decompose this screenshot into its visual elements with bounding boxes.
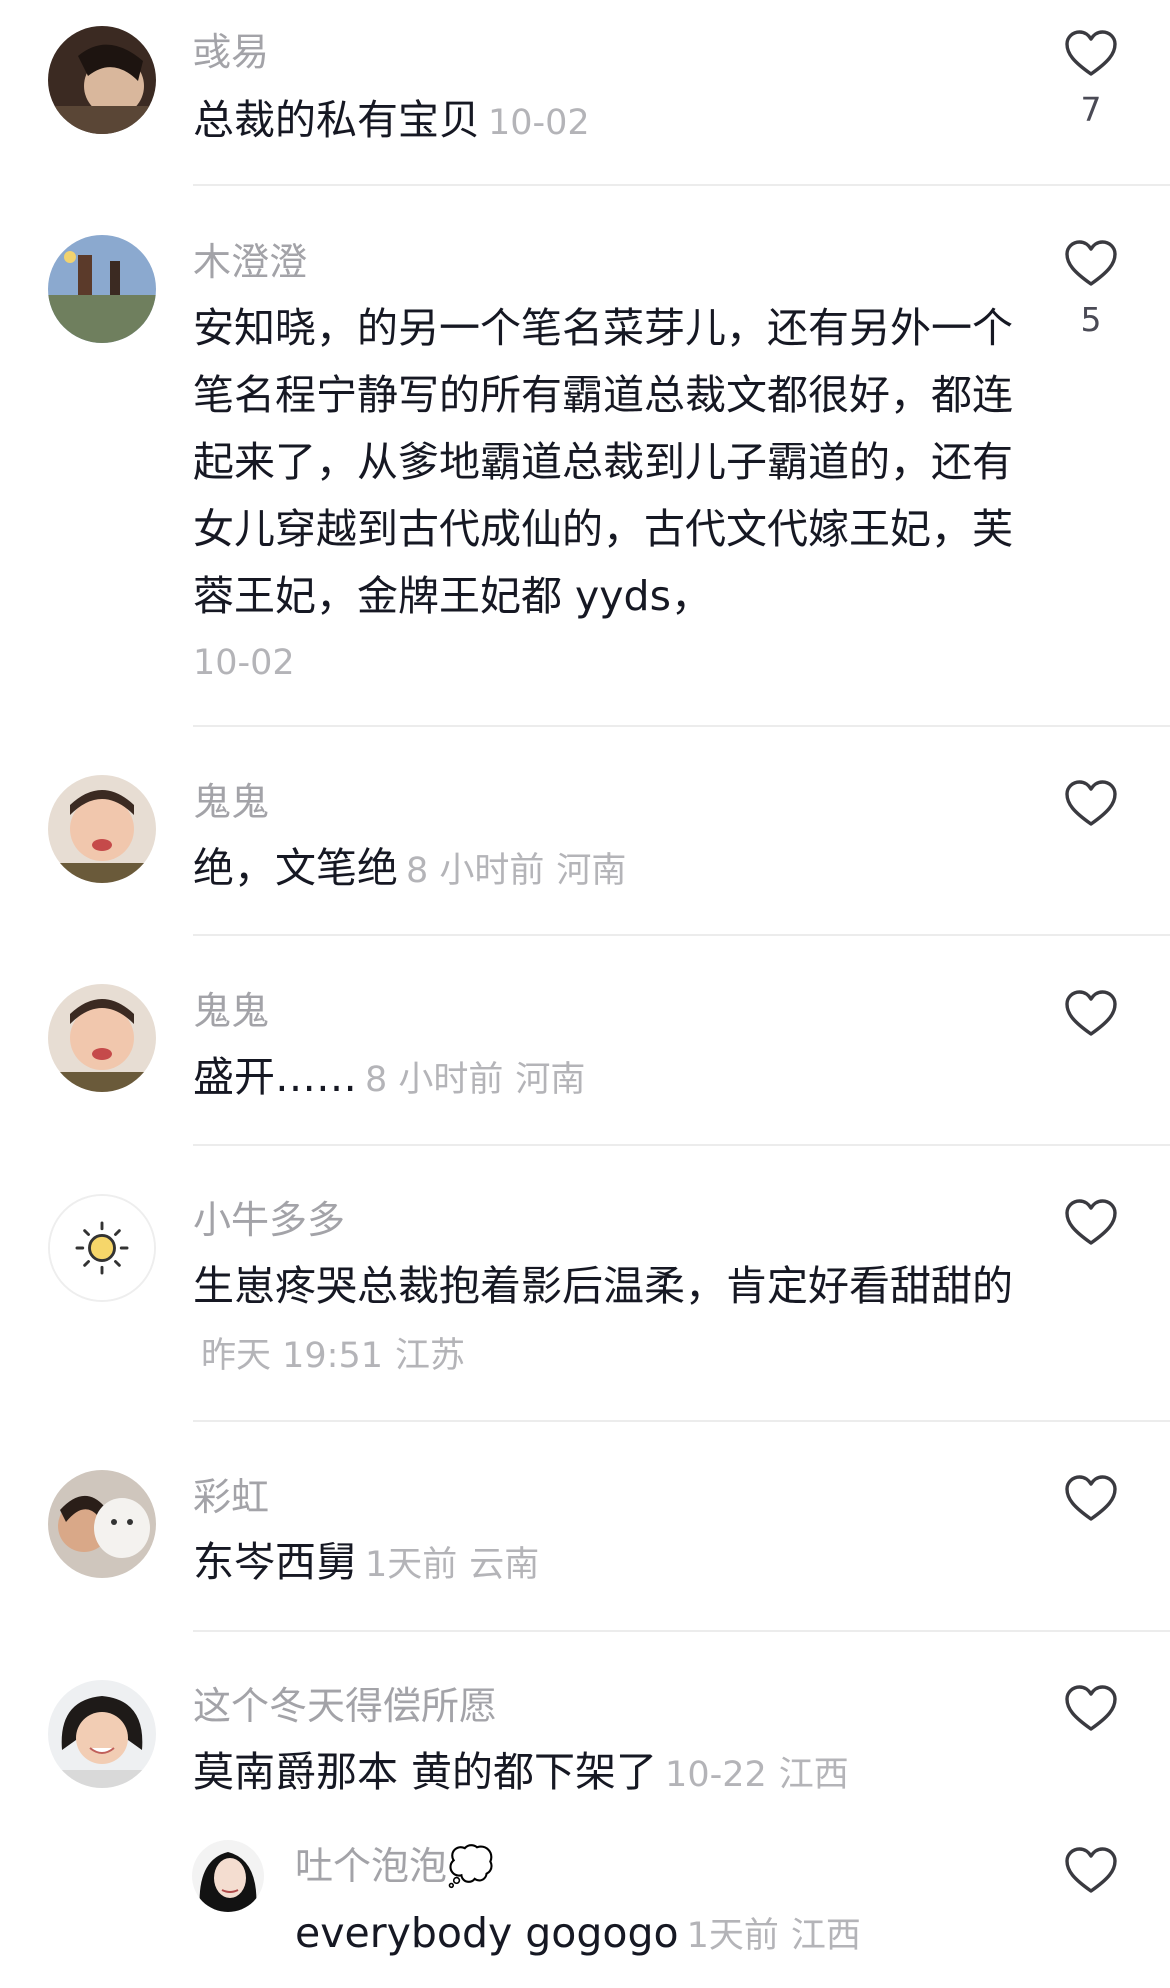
- divider: [193, 1420, 1170, 1422]
- heart-icon: [1065, 30, 1117, 76]
- heart-icon: [1065, 780, 1117, 826]
- user-avatar[interactable]: [48, 984, 156, 1092]
- comment-meta: 8 小时前 河南: [406, 851, 626, 891]
- username[interactable]: 小牛多多: [193, 1194, 345, 1246]
- like-button[interactable]: 5: [1060, 240, 1122, 338]
- user-avatar[interactable]: [48, 1470, 156, 1578]
- comment-text: 东岑西舅 1天前 云南: [193, 1529, 1013, 1599]
- heart-icon: [1065, 1199, 1117, 1245]
- user-avatar[interactable]: [48, 26, 156, 134]
- reply-content: everybody gogogo: [295, 1909, 679, 1957]
- heart-icon: [1065, 240, 1117, 286]
- username[interactable]: 这个冬天得偿所愿: [193, 1680, 497, 1732]
- comment-text: 安知晓，的另一个笔名菜芽儿，还有另外一个笔名程宁静写的所有霸道总裁文都很好，都连…: [193, 295, 1013, 697]
- divider: [193, 725, 1170, 727]
- heart-icon: [1065, 1685, 1117, 1731]
- heart-icon: [1065, 990, 1117, 1036]
- divider: [193, 184, 1170, 186]
- comment-time: 10-02: [488, 103, 590, 143]
- like-button[interactable]: [1060, 1685, 1122, 1733]
- comment-text: 绝，文笔绝 8 小时前 河南: [193, 835, 1013, 905]
- username[interactable]: 鬼鬼: [193, 776, 269, 828]
- divider: [193, 934, 1170, 936]
- comment-time: 8 小时前: [406, 851, 545, 891]
- comment-content: 安知晓，的另一个笔名菜芽儿，还有另外一个笔名程宁静写的所有霸道总裁文都很好，都连…: [193, 304, 1013, 620]
- like-button[interactable]: [1060, 1847, 1122, 1895]
- comment-content: 莫南爵那本 黄的都下架了: [193, 1748, 658, 1796]
- comment-meta: 10-22 江西: [665, 1755, 849, 1795]
- comment-location: 云南: [469, 1545, 540, 1585]
- like-button[interactable]: [1060, 1475, 1122, 1523]
- user-avatar[interactable]: [48, 1680, 156, 1788]
- comment-meta: 10-02: [488, 103, 590, 143]
- like-count: 7: [1080, 90, 1102, 129]
- comment-time: 8 小时前: [365, 1060, 504, 1100]
- username[interactable]: 木澄澄: [193, 236, 307, 288]
- divider: [193, 1144, 1170, 1146]
- username[interactable]: 吐个泡泡💭: [295, 1840, 494, 1892]
- comment-location: 江西: [778, 1755, 849, 1795]
- like-button[interactable]: 7: [1060, 30, 1122, 128]
- reply-meta: 1天前 江西: [687, 1916, 861, 1956]
- heart-icon: [1065, 1847, 1117, 1893]
- comment-content: 绝，文笔绝: [193, 844, 398, 892]
- sun-icon: [50, 1196, 154, 1300]
- comment-time: 昨天 19:51: [201, 1336, 383, 1376]
- comment-text: 盛开…… 8 小时前 河南: [193, 1044, 1013, 1114]
- comment-text: 莫南爵那本 黄的都下架了 10-22 江西: [193, 1739, 1013, 1809]
- comment-location: 河南: [556, 851, 627, 891]
- comment-text: 总裁的私有宝贝 10-02: [193, 87, 1013, 157]
- like-count: 5: [1080, 300, 1102, 339]
- username[interactable]: 彧易: [193, 26, 269, 78]
- like-button[interactable]: [1060, 780, 1122, 828]
- comment-time: 10-02: [193, 643, 295, 683]
- user-avatar[interactable]: [48, 775, 156, 883]
- heart-icon: [1065, 1475, 1117, 1521]
- user-avatar[interactable]: [48, 235, 156, 343]
- divider: [193, 1630, 1170, 1632]
- like-button[interactable]: [1060, 990, 1122, 1038]
- comment-meta: 10-02: [193, 630, 1013, 697]
- reply-text: everybody gogogo 1天前 江西: [295, 1900, 1115, 1970]
- comment-location: 河南: [515, 1060, 586, 1100]
- comment-content: 总裁的私有宝贝: [193, 96, 480, 144]
- comment-meta: 昨天 19:51 江苏: [201, 1336, 465, 1376]
- comment-time: 1天前: [365, 1545, 458, 1585]
- comment-content: 东岑西舅: [193, 1538, 357, 1586]
- comment-location: 江苏: [395, 1336, 466, 1376]
- user-avatar[interactable]: [192, 1840, 264, 1912]
- comment-time: 10-22: [665, 1755, 767, 1795]
- reply-location: 江西: [790, 1916, 861, 1956]
- like-button[interactable]: [1060, 1199, 1122, 1247]
- comment-text: 生崽疼哭总裁抱着影后温柔，肯定好看甜甜的昨天 19:51 江苏: [193, 1253, 1013, 1390]
- user-avatar[interactable]: [48, 1194, 156, 1302]
- username[interactable]: 彩虹: [193, 1471, 269, 1523]
- comment-content: 生崽疼哭总裁抱着影后温柔，肯定好看甜甜的: [193, 1262, 1013, 1310]
- comment-meta: 1天前 云南: [365, 1545, 539, 1585]
- comment-meta: 8 小时前 河南: [365, 1060, 585, 1100]
- username[interactable]: 鬼鬼: [193, 985, 269, 1037]
- reply-time: 1天前: [686, 1916, 779, 1956]
- comment-content: 盛开……: [193, 1053, 357, 1101]
